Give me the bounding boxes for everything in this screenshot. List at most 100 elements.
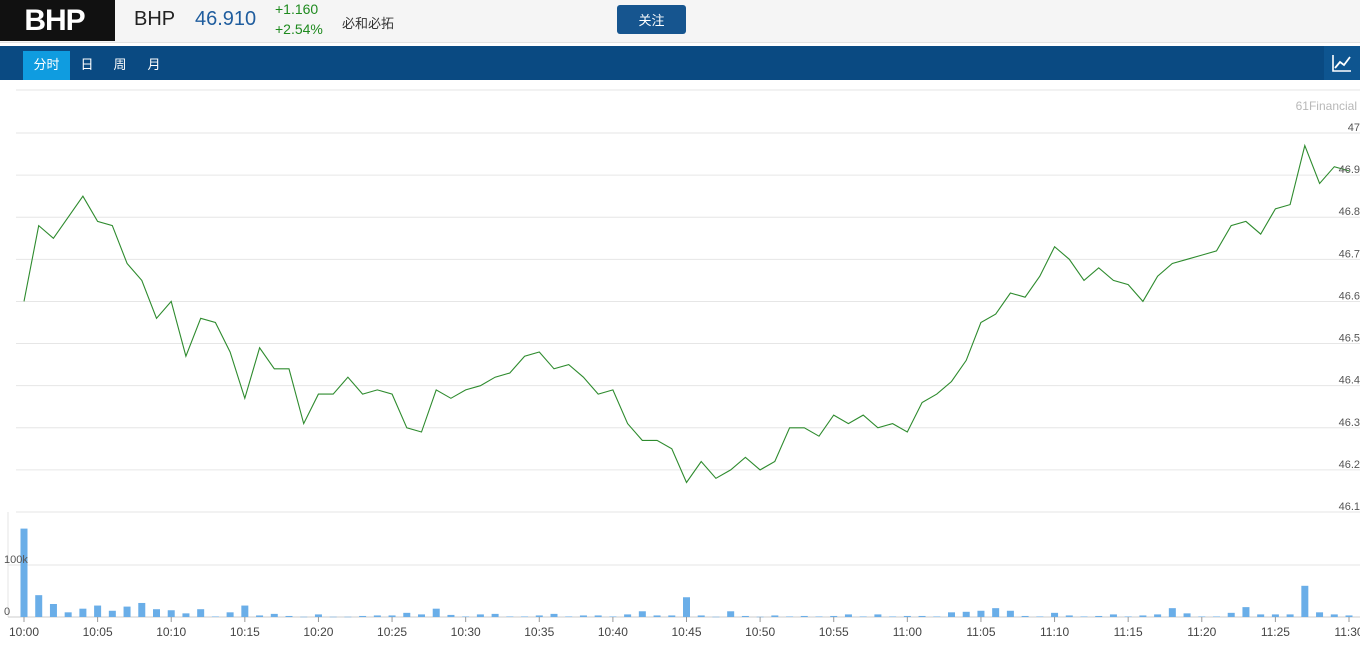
volume-bar (550, 613, 558, 617)
x-tick-label: 10:05 (83, 625, 113, 639)
volume-bar (476, 614, 484, 617)
volume-bar (314, 614, 322, 617)
volume-bar (49, 604, 57, 617)
volume-bar (727, 611, 735, 617)
volume-bar (594, 615, 602, 617)
volume-bar (653, 615, 661, 617)
y-tick-label: 46.3 (1339, 417, 1360, 429)
x-tick-label: 10:00 (9, 625, 39, 639)
y-tick-label: 46.6 (1339, 290, 1360, 302)
volume-bar (1242, 607, 1250, 617)
volume-bar (462, 616, 470, 617)
volume-bar (1095, 615, 1103, 617)
volume-bar (1065, 615, 1073, 617)
volume-bar (79, 608, 87, 617)
y-tick-label: 46.1 (1339, 501, 1360, 513)
tab-weekly[interactable]: 周 (104, 51, 136, 80)
volume-bar (1168, 608, 1176, 617)
volume-bar (918, 615, 926, 617)
volume-bar (933, 616, 941, 617)
volume-bar (153, 609, 160, 617)
volume-bar (359, 615, 367, 617)
volume-bar (285, 615, 293, 617)
volume-bar (579, 615, 587, 617)
volume-tick-label: 100k (4, 554, 28, 566)
volume-bar (712, 616, 720, 618)
volume-bar (741, 615, 749, 617)
logo: BHP (0, 0, 115, 41)
volume-bar (1080, 616, 1088, 617)
x-tick-label: 10:35 (524, 625, 554, 639)
volume-bar (1154, 614, 1162, 617)
volume-bar (565, 616, 573, 617)
x-tick-label: 10:50 (745, 625, 775, 639)
volume-bar (1345, 615, 1353, 617)
volume-bar (1330, 614, 1338, 617)
volume-bar (977, 610, 985, 617)
volume-bar (830, 615, 838, 617)
tab-monthly[interactable]: 月 (138, 51, 170, 80)
y-tick-label: 46.7 (1339, 248, 1360, 260)
volume-bar (668, 615, 676, 617)
volume-bar (535, 615, 543, 617)
x-tick-label: 11:20 (1187, 625, 1216, 639)
y-tick-label: 47 (1348, 122, 1360, 134)
volume-bar (948, 612, 955, 617)
volume-bar (1227, 612, 1235, 617)
volume-bar (1006, 610, 1014, 617)
volume-bar (35, 595, 43, 617)
volume-bar (1198, 616, 1206, 617)
last-price: 46.910 (195, 8, 257, 30)
volume-bar (418, 614, 425, 617)
x-tick-label: 10:45 (671, 625, 701, 639)
volume-bar (815, 616, 823, 617)
x-tick-label: 11:15 (1114, 625, 1143, 639)
volume-bar (226, 612, 234, 617)
tab-intraday[interactable]: 分时 (23, 51, 70, 80)
volume-bar (94, 605, 102, 617)
volume-bar (506, 616, 514, 617)
volume-bar (1021, 615, 1029, 617)
volume-bar (167, 610, 175, 617)
volume-bar (697, 615, 705, 617)
volume-bar (1139, 615, 1147, 617)
intraday-chart: 61Financial 47 46.9 46.8 46.7 46.6 46.5 46.4 46… (0, 81, 1360, 650)
top-bar: BHP BHP 46.910 +1.160 +2.54% 必和必拓 关注 (0, 0, 1360, 43)
volume-bar (962, 611, 970, 617)
x-tick-label: 11:10 (1040, 625, 1069, 639)
line-chart-icon[interactable] (1324, 46, 1360, 80)
x-tick-label: 10:30 (451, 625, 481, 639)
tab-daily[interactable]: 日 (72, 51, 102, 80)
follow-button[interactable]: 关注 (617, 5, 686, 34)
volume-bar (1271, 614, 1279, 617)
volume-bar (844, 614, 852, 617)
volume-bar (256, 615, 264, 617)
volume-bar (1213, 616, 1220, 617)
y-tick-label: 46.4 (1339, 375, 1360, 387)
price-change: +1.160 (275, 1, 319, 17)
x-tick-label: 11:25 (1261, 625, 1290, 639)
x-tick-label: 10:40 (598, 625, 628, 639)
volume-bar (1036, 616, 1044, 617)
volume-bar (786, 616, 794, 617)
x-tick-label: 10:10 (156, 625, 186, 639)
volume-bar (491, 613, 499, 617)
volume-bar (329, 616, 337, 618)
x-tick-label: 10:55 (819, 625, 849, 639)
volume-bar (1286, 614, 1294, 617)
volume-bar (197, 609, 205, 617)
volume-bar (609, 616, 617, 617)
volume-bar (1051, 612, 1059, 617)
volume-bar (1124, 616, 1132, 617)
volume-bar (874, 614, 882, 617)
x-tick-label: 10:25 (377, 625, 407, 639)
volume-bar (889, 616, 897, 617)
volume-bar (992, 608, 1000, 617)
x-tick-label: 11:05 (966, 625, 995, 639)
volume-bar (373, 615, 381, 617)
volume-bar (447, 614, 455, 617)
volume-bar (108, 610, 116, 617)
volume-tick-label: 0 (4, 606, 10, 618)
volume-bar (64, 612, 72, 617)
volume-bar (211, 616, 219, 617)
